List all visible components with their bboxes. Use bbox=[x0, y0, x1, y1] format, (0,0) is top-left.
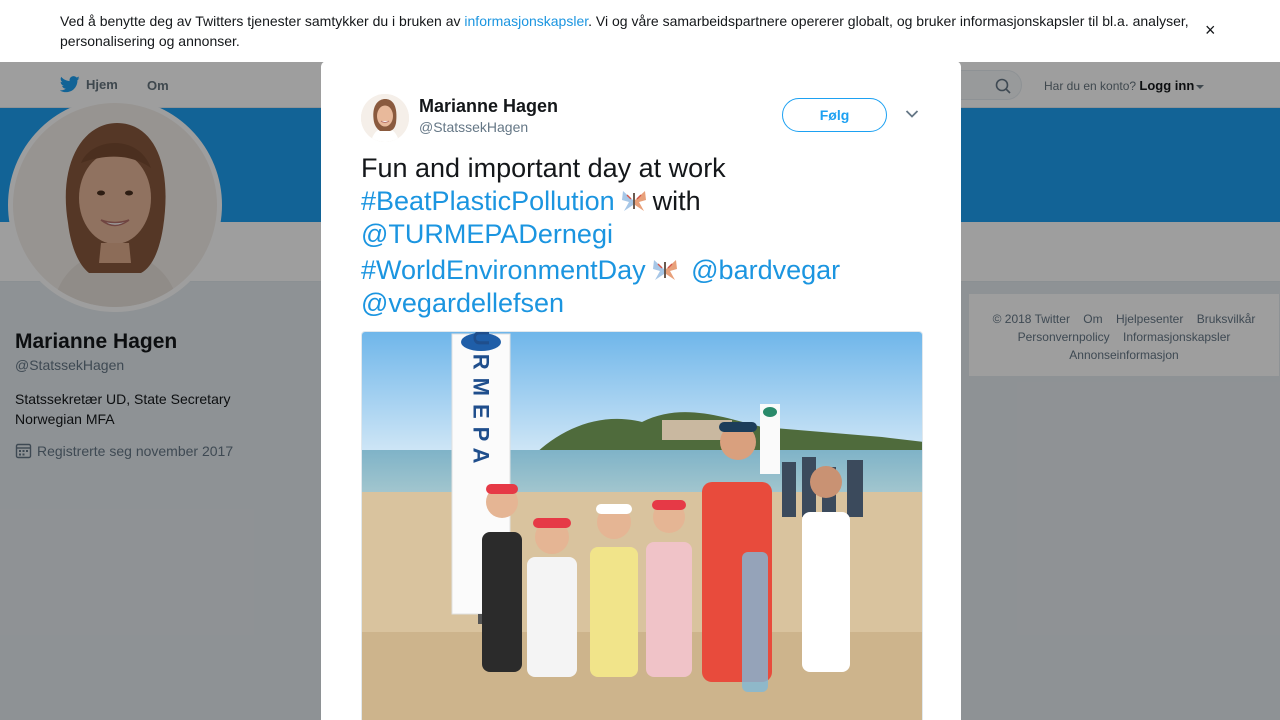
follow-button[interactable]: Følg bbox=[782, 98, 887, 132]
beach-group-photo: TURMEPA bbox=[362, 332, 922, 720]
tweet-author-handle[interactable]: @StatssekHagen bbox=[419, 119, 528, 135]
tweet-line: #WorldEnvironmentDay @bardvegar bbox=[361, 254, 931, 287]
hashtag-link[interactable]: #WorldEnvironmentDay bbox=[361, 255, 646, 285]
tweet-line: @vegardellefsen bbox=[361, 287, 931, 320]
tweet-text-segment: Fun and important day at work bbox=[361, 153, 726, 183]
author-photo bbox=[361, 94, 409, 142]
tweet-author-avatar[interactable] bbox=[361, 94, 409, 142]
cookie-message: Ved å benytte deg av Twitters tjenester … bbox=[60, 11, 1195, 51]
close-icon[interactable]: ✕ bbox=[1233, 9, 1258, 41]
tweet-line: Fun and important day at work bbox=[361, 152, 931, 185]
cookie-banner: Ved å benytte deg av Twitters tjenester … bbox=[0, 0, 1280, 62]
tweet-line: @TURMEPADernegi bbox=[361, 218, 931, 251]
mention-link[interactable]: @bardvegar bbox=[691, 255, 840, 285]
cookie-policy-link[interactable]: informasjonskapsler bbox=[464, 13, 588, 29]
tweet-line: #BeatPlasticPollution with bbox=[361, 185, 931, 218]
tweet-author-name[interactable]: Marianne Hagen bbox=[419, 96, 558, 117]
tweet-text-segment: with bbox=[652, 186, 701, 216]
tweet-photo[interactable]: TURMEPA bbox=[361, 331, 923, 720]
butterfly-emoji-icon bbox=[621, 191, 646, 211]
tweet-permalink-modal: Marianne Hagen @StatssekHagen Følg Fun a… bbox=[321, 61, 961, 720]
chevron-down-icon[interactable] bbox=[905, 109, 919, 119]
mention-link[interactable]: @vegardellefsen bbox=[361, 288, 564, 318]
banner-text: TURMEPA bbox=[469, 332, 494, 472]
cookie-text: Ved å benytte deg av Twitters tjenester … bbox=[60, 13, 465, 29]
butterfly-emoji-icon bbox=[652, 260, 677, 280]
mention-link[interactable]: @TURMEPADernegi bbox=[361, 219, 613, 249]
tweet-text: Fun and important day at work #BeatPlast… bbox=[361, 152, 931, 320]
cookie-close-icon[interactable]: × bbox=[1205, 20, 1216, 40]
hashtag-link[interactable]: #BeatPlasticPollution bbox=[361, 186, 615, 216]
